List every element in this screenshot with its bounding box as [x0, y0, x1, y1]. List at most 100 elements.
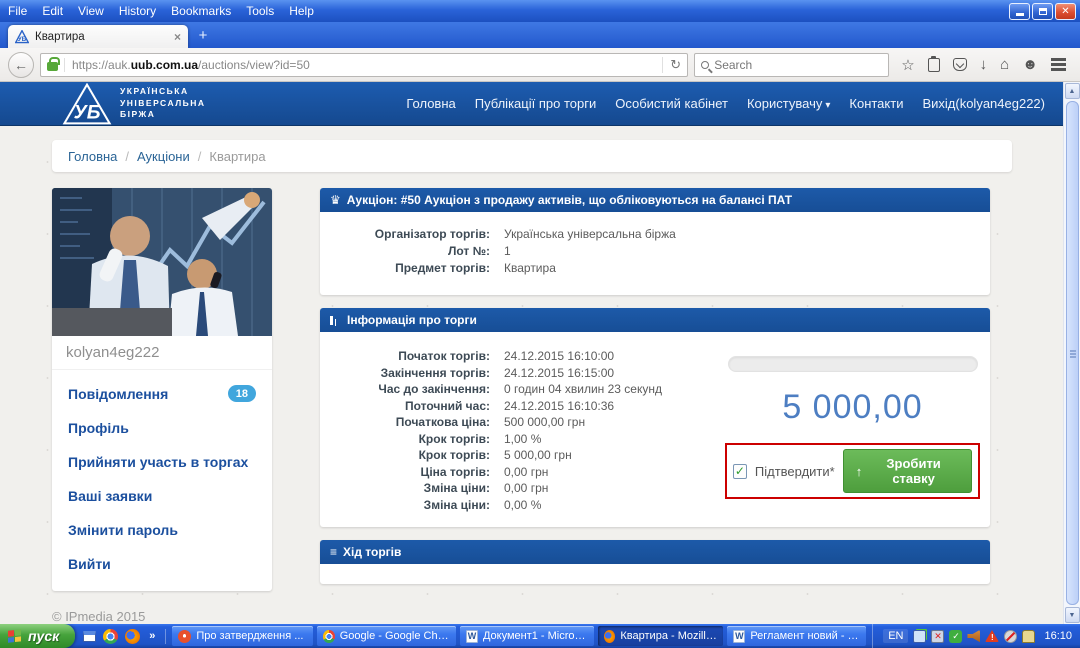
menu-tools[interactable]: Tools: [246, 4, 274, 18]
home-icon[interactable]: ⌂: [1000, 56, 1009, 73]
info-row: Зміна ціни:0,00 %: [330, 497, 725, 514]
logo-triangle-icon: УБ: [62, 83, 112, 125]
close-button[interactable]: ✕: [1055, 3, 1076, 20]
arrow-up-icon: ▲: [1069, 88, 1076, 95]
scroll-up-button[interactable]: ▲: [1065, 83, 1080, 99]
nav-user-dropdown[interactable]: Користувачу▾: [747, 96, 830, 111]
blocked-service-icon[interactable]: [1004, 630, 1017, 643]
menu-file[interactable]: File: [8, 4, 27, 18]
info-row: Закінчення торгів:24.12.2015 16:15:00: [330, 365, 725, 382]
document-app-icon: [178, 630, 191, 643]
network-disconnected-icon[interactable]: ✕: [931, 630, 944, 643]
show-desktop-icon[interactable]: [83, 631, 96, 642]
auction-icon: ♛: [330, 193, 341, 207]
taskbar: пуск » Про затвердження ... Google - Goo…: [0, 624, 1080, 648]
tab-close-icon[interactable]: ×: [174, 30, 181, 44]
menu-edit[interactable]: Edit: [42, 4, 63, 18]
chrome-icon[interactable]: [103, 629, 118, 644]
sidebar-item-logout[interactable]: Вийти: [52, 547, 272, 581]
chrome-icon: [323, 630, 335, 643]
task-firefox-kvartyra[interactable]: Квартира - Mozilla Fi...: [598, 626, 723, 646]
site-favicon: УБ: [15, 30, 29, 44]
info-row: Крок торгів:5 000,00 грн: [330, 447, 725, 464]
nav-logout[interactable]: Вихід(kolyan4eg222): [922, 96, 1045, 111]
thumb-grip-icon: [1070, 353, 1076, 355]
language-indicator[interactable]: EN: [883, 629, 908, 643]
nav-publications[interactable]: Публікації про торги: [475, 96, 596, 111]
downloads-icon[interactable]: ↓: [980, 56, 988, 73]
tab-kvartyra[interactable]: УБ Квартира ×: [8, 25, 188, 48]
history-panel: ≡ Хід торгів: [320, 540, 990, 584]
vertical-scrollbar[interactable]: ▲ ▼: [1063, 82, 1080, 624]
hello-chat-icon[interactable]: ☻: [1022, 56, 1038, 73]
confirm-checkbox[interactable]: ✓: [733, 464, 747, 479]
breadcrumb-current: Квартира: [209, 149, 265, 164]
menu-help[interactable]: Help: [289, 4, 314, 18]
up-arrow-icon: ↑: [856, 464, 863, 479]
sidebar-item-messages[interactable]: Повідомлення 18: [52, 376, 272, 411]
task-word-document1[interactable]: W Документ1 - Microso...: [460, 626, 594, 646]
auction-row: Організатор торгів:Українська універсаль…: [330, 226, 980, 243]
scrollbar-thumb[interactable]: [1066, 101, 1079, 605]
auction-row: Лот №:1: [330, 243, 980, 260]
nav-contacts[interactable]: Контакти: [849, 96, 903, 111]
nav-cabinet[interactable]: Особистий кабінет: [615, 96, 728, 111]
nav-home[interactable]: Головна: [406, 96, 455, 111]
bid-amount: 5 000,00: [782, 388, 922, 427]
breadcrumb-home[interactable]: Головна: [68, 149, 117, 164]
restore-button[interactable]: [1032, 3, 1053, 20]
search-input[interactable]: Search: [694, 53, 889, 77]
menu-history[interactable]: History: [119, 4, 156, 18]
url-text[interactable]: https://auk.uub.com.ua/auctions/view?id=…: [64, 58, 656, 72]
antivirus-ok-icon[interactable]: ✓: [949, 630, 962, 643]
sidebar-item-profile[interactable]: Профіль: [52, 411, 272, 445]
site-navbar: УБ УКРАЇНСЬКА УНІВЕРСАЛЬНА БІРЖА Головна…: [0, 82, 1063, 126]
tab-title: Квартира: [35, 31, 168, 43]
site-nav-links: Головна Публікації про торги Особистий к…: [406, 96, 1045, 111]
volume-icon[interactable]: [967, 630, 980, 643]
site-logo[interactable]: УБ УКРАЇНСЬКА УНІВЕРСАЛЬНА БІРЖА: [62, 83, 206, 125]
scroll-down-button[interactable]: ▼: [1065, 607, 1080, 623]
sidebar-item-change-password[interactable]: Змінити пароль: [52, 513, 272, 547]
quick-launch: »: [75, 629, 166, 644]
minimize-button[interactable]: [1009, 3, 1030, 20]
menu-bookmarks[interactable]: Bookmarks: [171, 4, 231, 18]
wireless-network-icon[interactable]: [913, 630, 926, 643]
task-word-reglament[interactable]: W Регламент новий - М...: [727, 626, 866, 646]
svg-text:УБ: УБ: [74, 101, 101, 123]
start-button[interactable]: пуск: [0, 624, 75, 648]
task-google-chrome[interactable]: Google - Google Chrome: [317, 626, 456, 646]
tab-strip: УБ Квартира × +: [0, 22, 1080, 48]
info-row: Початок торгів:24.12.2015 16:10:00: [330, 348, 725, 365]
breadcrumb-auctions[interactable]: Аукціони: [137, 149, 190, 164]
breadcrumb: Головна / Аукціони / Квартира: [52, 140, 1012, 172]
search-placeholder: Search: [714, 58, 752, 72]
bookmark-star-icon[interactable]: ☆: [901, 56, 914, 74]
lock-icon: [47, 62, 58, 71]
hamburger-menu-icon[interactable]: [1051, 58, 1066, 60]
back-button[interactable]: ←: [8, 52, 34, 78]
search-icon: [701, 61, 709, 69]
auction-panel-header: ♛ Аукціон: #50 Аукціон з продажу активів…: [320, 188, 990, 212]
sidebar-item-participate[interactable]: Прийняти участь в торгах: [52, 445, 272, 479]
svg-text:УБ: УБ: [18, 36, 27, 43]
list-icon: ≡: [330, 545, 337, 559]
taskbar-clock[interactable]: 16:10: [1044, 630, 1072, 642]
quick-launch-overflow-icon[interactable]: »: [147, 630, 157, 642]
warning-icon[interactable]: !: [985, 630, 999, 642]
pocket-icon[interactable]: [953, 58, 967, 71]
sidebar-item-applications[interactable]: Ваші заявки: [52, 479, 272, 513]
firefox-icon[interactable]: [125, 629, 140, 644]
task-document-approval[interactable]: Про затвердження ...: [172, 626, 313, 646]
reload-icon[interactable]: ↻: [662, 57, 681, 73]
word-icon: W: [466, 630, 478, 643]
info-row: Зміна ціни:0,00 грн: [330, 480, 725, 497]
new-tab-button[interactable]: +: [188, 27, 218, 47]
pointer-device-icon[interactable]: [1022, 630, 1035, 643]
url-bar[interactable]: https://auk.uub.com.ua/auctions/view?id=…: [40, 53, 688, 77]
copyright: © IPmedia 2015: [52, 609, 272, 624]
menu-view[interactable]: View: [78, 4, 104, 18]
bookmarks-menu-icon[interactable]: [928, 58, 940, 72]
browser-window: File Edit View History Bookmarks Tools H…: [0, 0, 1080, 648]
make-bid-button[interactable]: ↑ Зробити ставку: [843, 449, 972, 493]
